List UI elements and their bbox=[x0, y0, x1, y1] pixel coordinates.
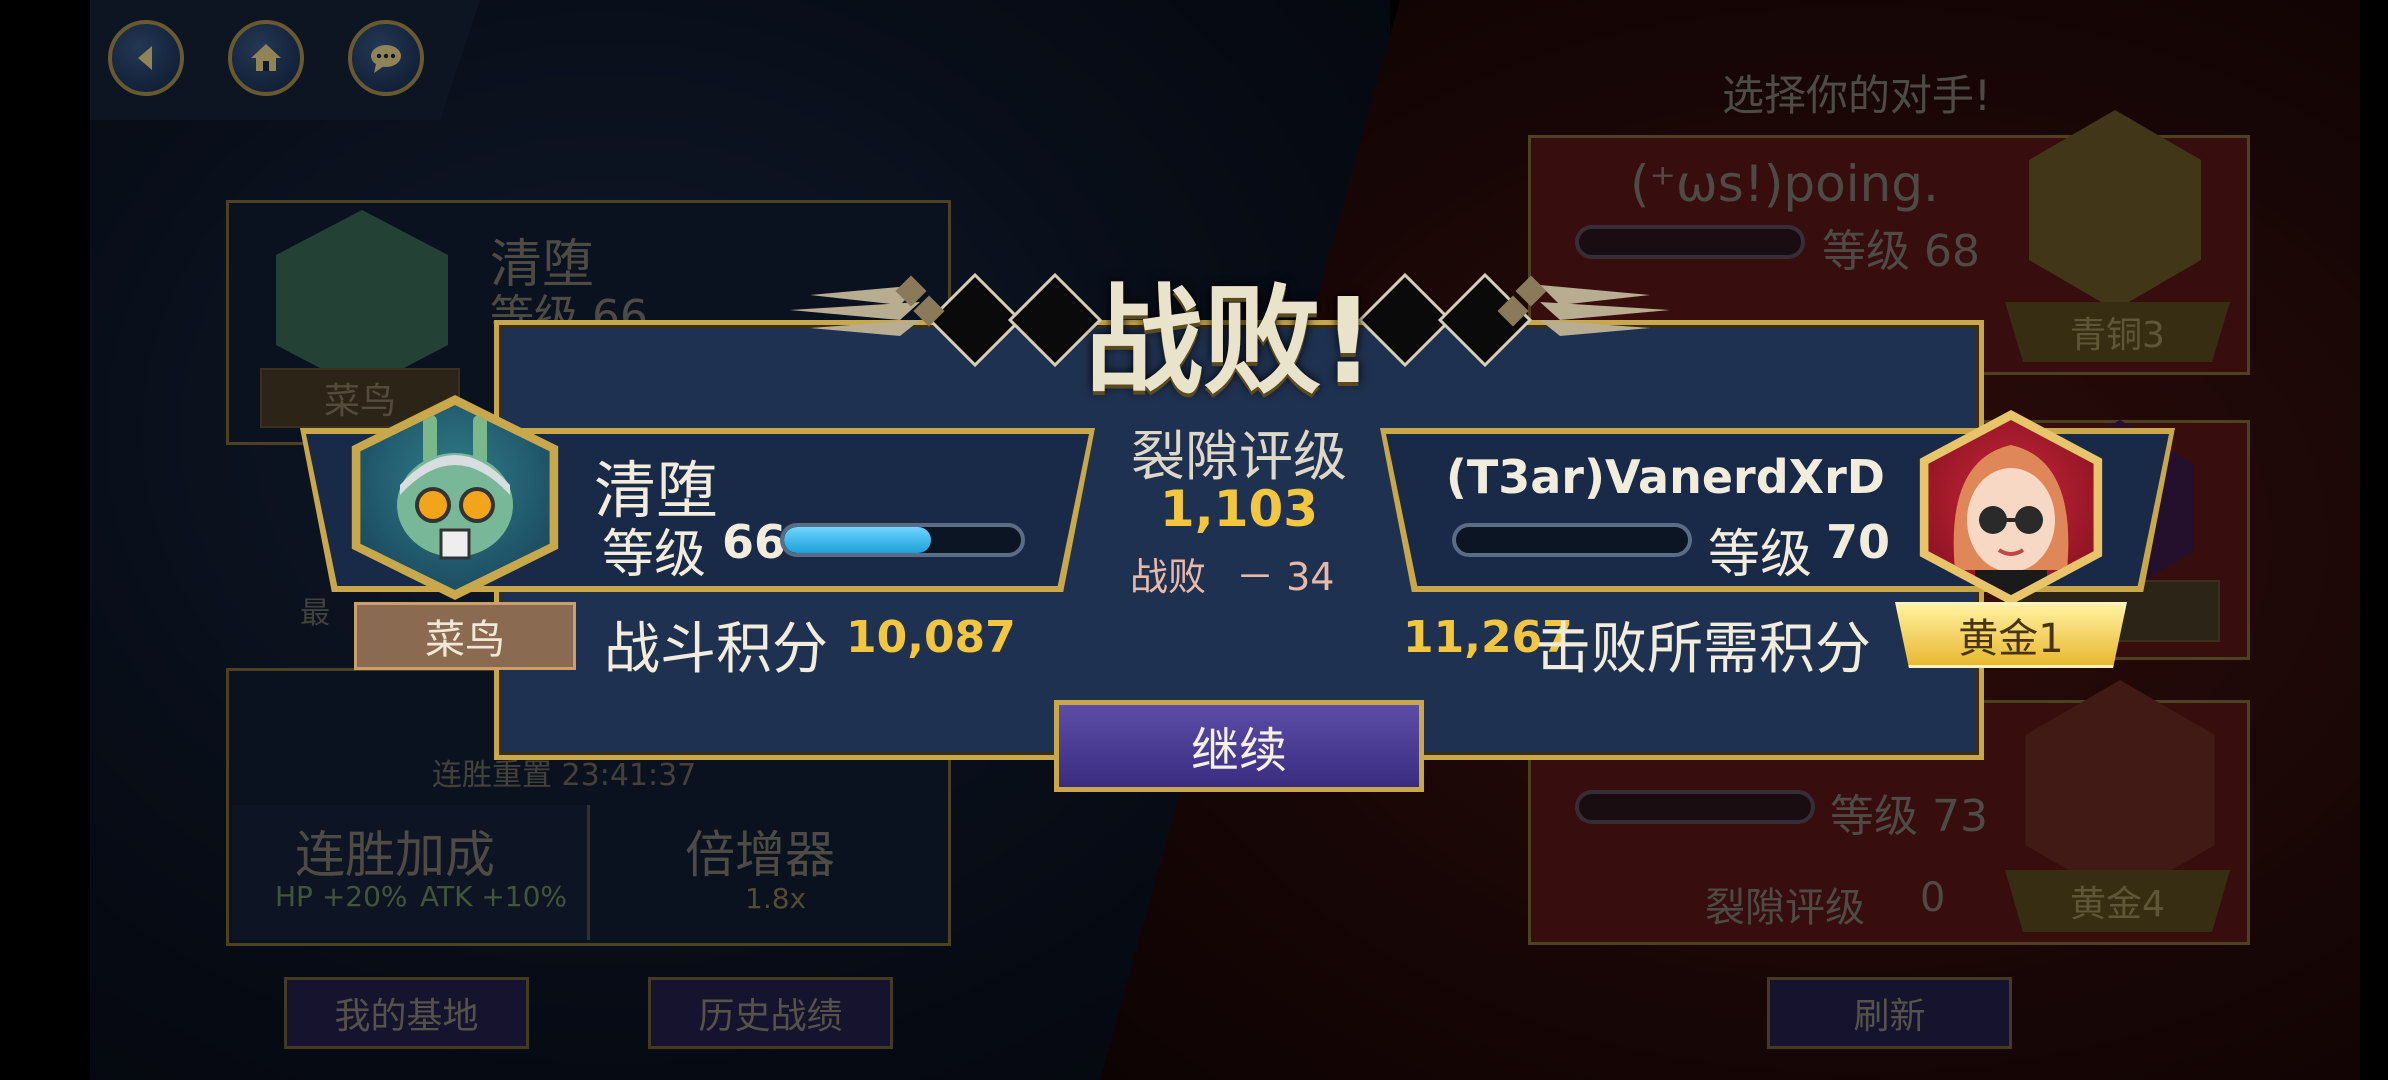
continue-button[interactable]: 继续 bbox=[1054, 700, 1424, 792]
player-xp-bar bbox=[780, 523, 1025, 557]
opponent-name: (T3ar)VanerdXrD bbox=[1445, 450, 1885, 504]
player-level-label: 等级 bbox=[602, 525, 707, 585]
battle-score: 10,087 bbox=[846, 612, 1016, 663]
loss-delta: － 34 bbox=[1236, 555, 1335, 599]
opponent-level: 70 bbox=[1826, 515, 1891, 569]
player-xp-fill bbox=[784, 527, 931, 553]
battle-score-label: 战斗积分 bbox=[604, 617, 828, 682]
opponent-xp-bar bbox=[1452, 523, 1692, 557]
defeat-score-label: 击败所需积分 bbox=[1535, 617, 1871, 682]
loss-label: 战败 bbox=[1130, 555, 1207, 599]
player-rank-tag: 菜鸟 bbox=[354, 602, 576, 670]
rift-rating-value: 1,103 bbox=[1159, 480, 1319, 538]
result-title: 战败! bbox=[1085, 272, 1375, 410]
opponent-level-label: 等级 bbox=[1708, 525, 1813, 585]
player-level: 66 bbox=[722, 515, 787, 569]
opponent-rank-tag: 黄金1 bbox=[1895, 602, 2127, 668]
